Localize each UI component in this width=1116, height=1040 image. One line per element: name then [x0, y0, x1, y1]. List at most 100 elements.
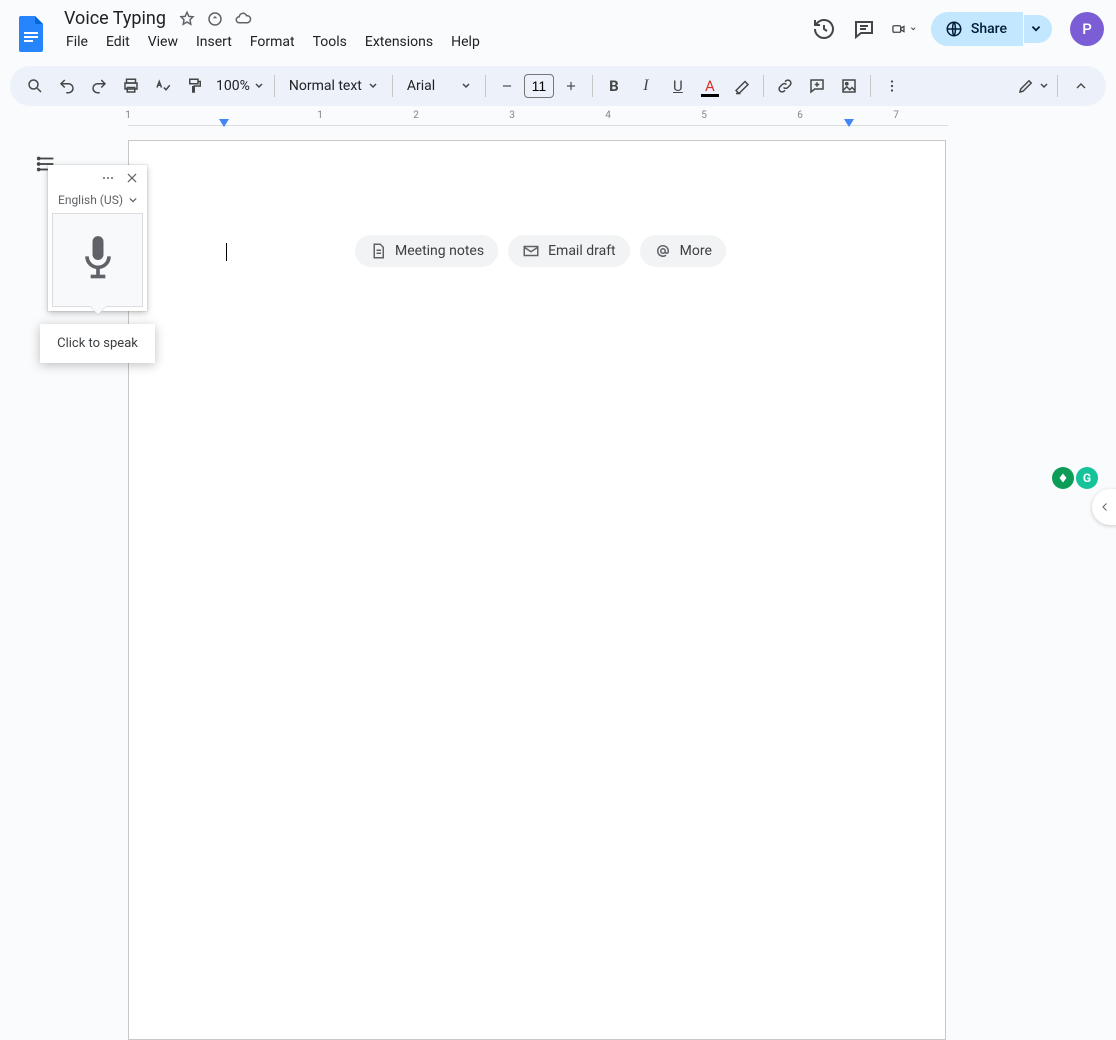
- star-icon[interactable]: [178, 10, 196, 28]
- paragraph-style-select[interactable]: Normal text: [281, 78, 386, 94]
- undo-button[interactable]: [52, 71, 82, 101]
- diamond-icon: [1057, 472, 1069, 484]
- avatar-letter: P: [1082, 20, 1092, 38]
- menu-view[interactable]: View: [140, 30, 186, 54]
- ruler-number: 1: [125, 110, 131, 121]
- caret-down-icon: [1039, 81, 1049, 91]
- voice-panel-menu-button[interactable]: [99, 169, 117, 187]
- menu-format[interactable]: Format: [242, 30, 303, 54]
- paint-format-button[interactable]: [180, 71, 210, 101]
- left-indent-handle[interactable]: [219, 119, 229, 129]
- separator: [763, 75, 764, 97]
- ruler-number: 6: [797, 110, 803, 121]
- ruler-number: 5: [701, 110, 707, 121]
- right-indent-handle[interactable]: [844, 119, 854, 129]
- voice-language-value: English (US): [58, 193, 123, 207]
- separator: [1057, 75, 1058, 97]
- share-button[interactable]: Share: [931, 12, 1023, 46]
- suggestion-chip-meeting-notes[interactable]: Meeting notes: [355, 235, 498, 267]
- tooltip-text: Click to speak: [57, 336, 138, 351]
- cloud-saved-icon[interactable]: [234, 10, 252, 28]
- account-avatar[interactable]: P: [1070, 12, 1104, 46]
- italic-button[interactable]: I: [631, 71, 661, 101]
- highlight-button[interactable]: [727, 71, 757, 101]
- extension-icon[interactable]: [1052, 467, 1074, 489]
- horizontal-ruler[interactable]: 1 1 2 3 4 5 6 7: [128, 110, 948, 126]
- separator: [485, 75, 486, 97]
- separator: [592, 75, 593, 97]
- voice-mic-button[interactable]: [52, 213, 143, 307]
- decrease-font-button[interactable]: [492, 71, 522, 101]
- email-icon: [522, 242, 540, 260]
- insert-image-button[interactable]: [834, 71, 864, 101]
- font-select[interactable]: Arial: [399, 78, 479, 94]
- at-icon: [654, 242, 672, 260]
- search-menus-button[interactable]: [20, 71, 50, 101]
- docs-logo[interactable]: [12, 14, 52, 54]
- insert-link-button[interactable]: [770, 71, 800, 101]
- chip-label: More: [680, 243, 712, 259]
- grammarly-icon[interactable]: G: [1076, 467, 1098, 489]
- voice-typing-panel[interactable]: English (US): [48, 165, 147, 311]
- add-comment-button[interactable]: [802, 71, 832, 101]
- menu-edit[interactable]: Edit: [98, 30, 138, 54]
- comments-icon[interactable]: [851, 16, 877, 42]
- more-toolbar-button[interactable]: [877, 71, 907, 101]
- voice-tooltip: Click to speak: [40, 324, 155, 363]
- menu-help[interactable]: Help: [443, 30, 488, 54]
- editing-mode-button[interactable]: [1017, 71, 1049, 101]
- separator: [392, 75, 393, 97]
- history-icon[interactable]: [811, 16, 837, 42]
- text-color-button[interactable]: A: [695, 71, 725, 101]
- caret-down-icon: [1030, 23, 1042, 35]
- share-caret-button[interactable]: [1024, 15, 1052, 43]
- caret-down-icon: [254, 81, 264, 91]
- chip-label: Email draft: [548, 243, 616, 259]
- font-size-input[interactable]: [524, 74, 554, 98]
- ruler-number: 1: [317, 110, 323, 121]
- share-label: Share: [971, 21, 1007, 37]
- document-icon: [369, 242, 387, 260]
- caret-down-icon: [129, 196, 137, 204]
- chip-label: Meeting notes: [395, 243, 484, 259]
- suggestion-chip-more[interactable]: More: [640, 235, 726, 267]
- microphone-icon: [76, 232, 120, 288]
- bold-button[interactable]: B: [599, 71, 629, 101]
- menu-tools[interactable]: Tools: [305, 30, 355, 54]
- collapse-toolbar-button[interactable]: [1066, 71, 1096, 101]
- voice-panel-close-button[interactable]: [123, 169, 141, 187]
- print-button[interactable]: [116, 71, 146, 101]
- move-icon[interactable]: [206, 10, 224, 28]
- ruler-number: 2: [413, 110, 419, 121]
- meet-button[interactable]: [891, 16, 917, 42]
- caret-down-icon: [368, 81, 378, 91]
- underline-button[interactable]: U: [663, 71, 693, 101]
- ruler-number: 4: [605, 110, 611, 121]
- document-page[interactable]: Meeting notes Email draft More: [128, 140, 946, 1040]
- increase-font-button[interactable]: [556, 71, 586, 101]
- caret-down-icon: [910, 24, 916, 34]
- redo-button[interactable]: [84, 71, 114, 101]
- document-title[interactable]: Voice Typing: [62, 8, 168, 29]
- menu-extensions[interactable]: Extensions: [357, 30, 441, 54]
- globe-icon: [945, 20, 963, 38]
- style-value: Normal text: [289, 78, 362, 94]
- font-value: Arial: [407, 78, 435, 94]
- separator: [274, 75, 275, 97]
- zoom-value: 100%: [216, 78, 250, 94]
- separator: [870, 75, 871, 97]
- side-panel-toggle[interactable]: [1092, 489, 1116, 525]
- chevron-left-icon: [1099, 501, 1111, 513]
- text-cursor: [226, 243, 227, 261]
- grammarly-letter: G: [1083, 471, 1091, 485]
- menu-file[interactable]: File: [58, 30, 96, 54]
- zoom-select[interactable]: 100%: [212, 78, 268, 94]
- ruler-number: 3: [509, 110, 515, 121]
- voice-language-select[interactable]: English (US): [48, 191, 147, 213]
- ruler-number: 7: [893, 110, 899, 121]
- menu-bar: File Edit View Insert Format Tools Exten…: [58, 29, 488, 54]
- suggestion-chip-email-draft[interactable]: Email draft: [508, 235, 630, 267]
- menu-insert[interactable]: Insert: [188, 30, 240, 54]
- spellcheck-button[interactable]: [148, 71, 178, 101]
- caret-down-icon: [461, 81, 471, 91]
